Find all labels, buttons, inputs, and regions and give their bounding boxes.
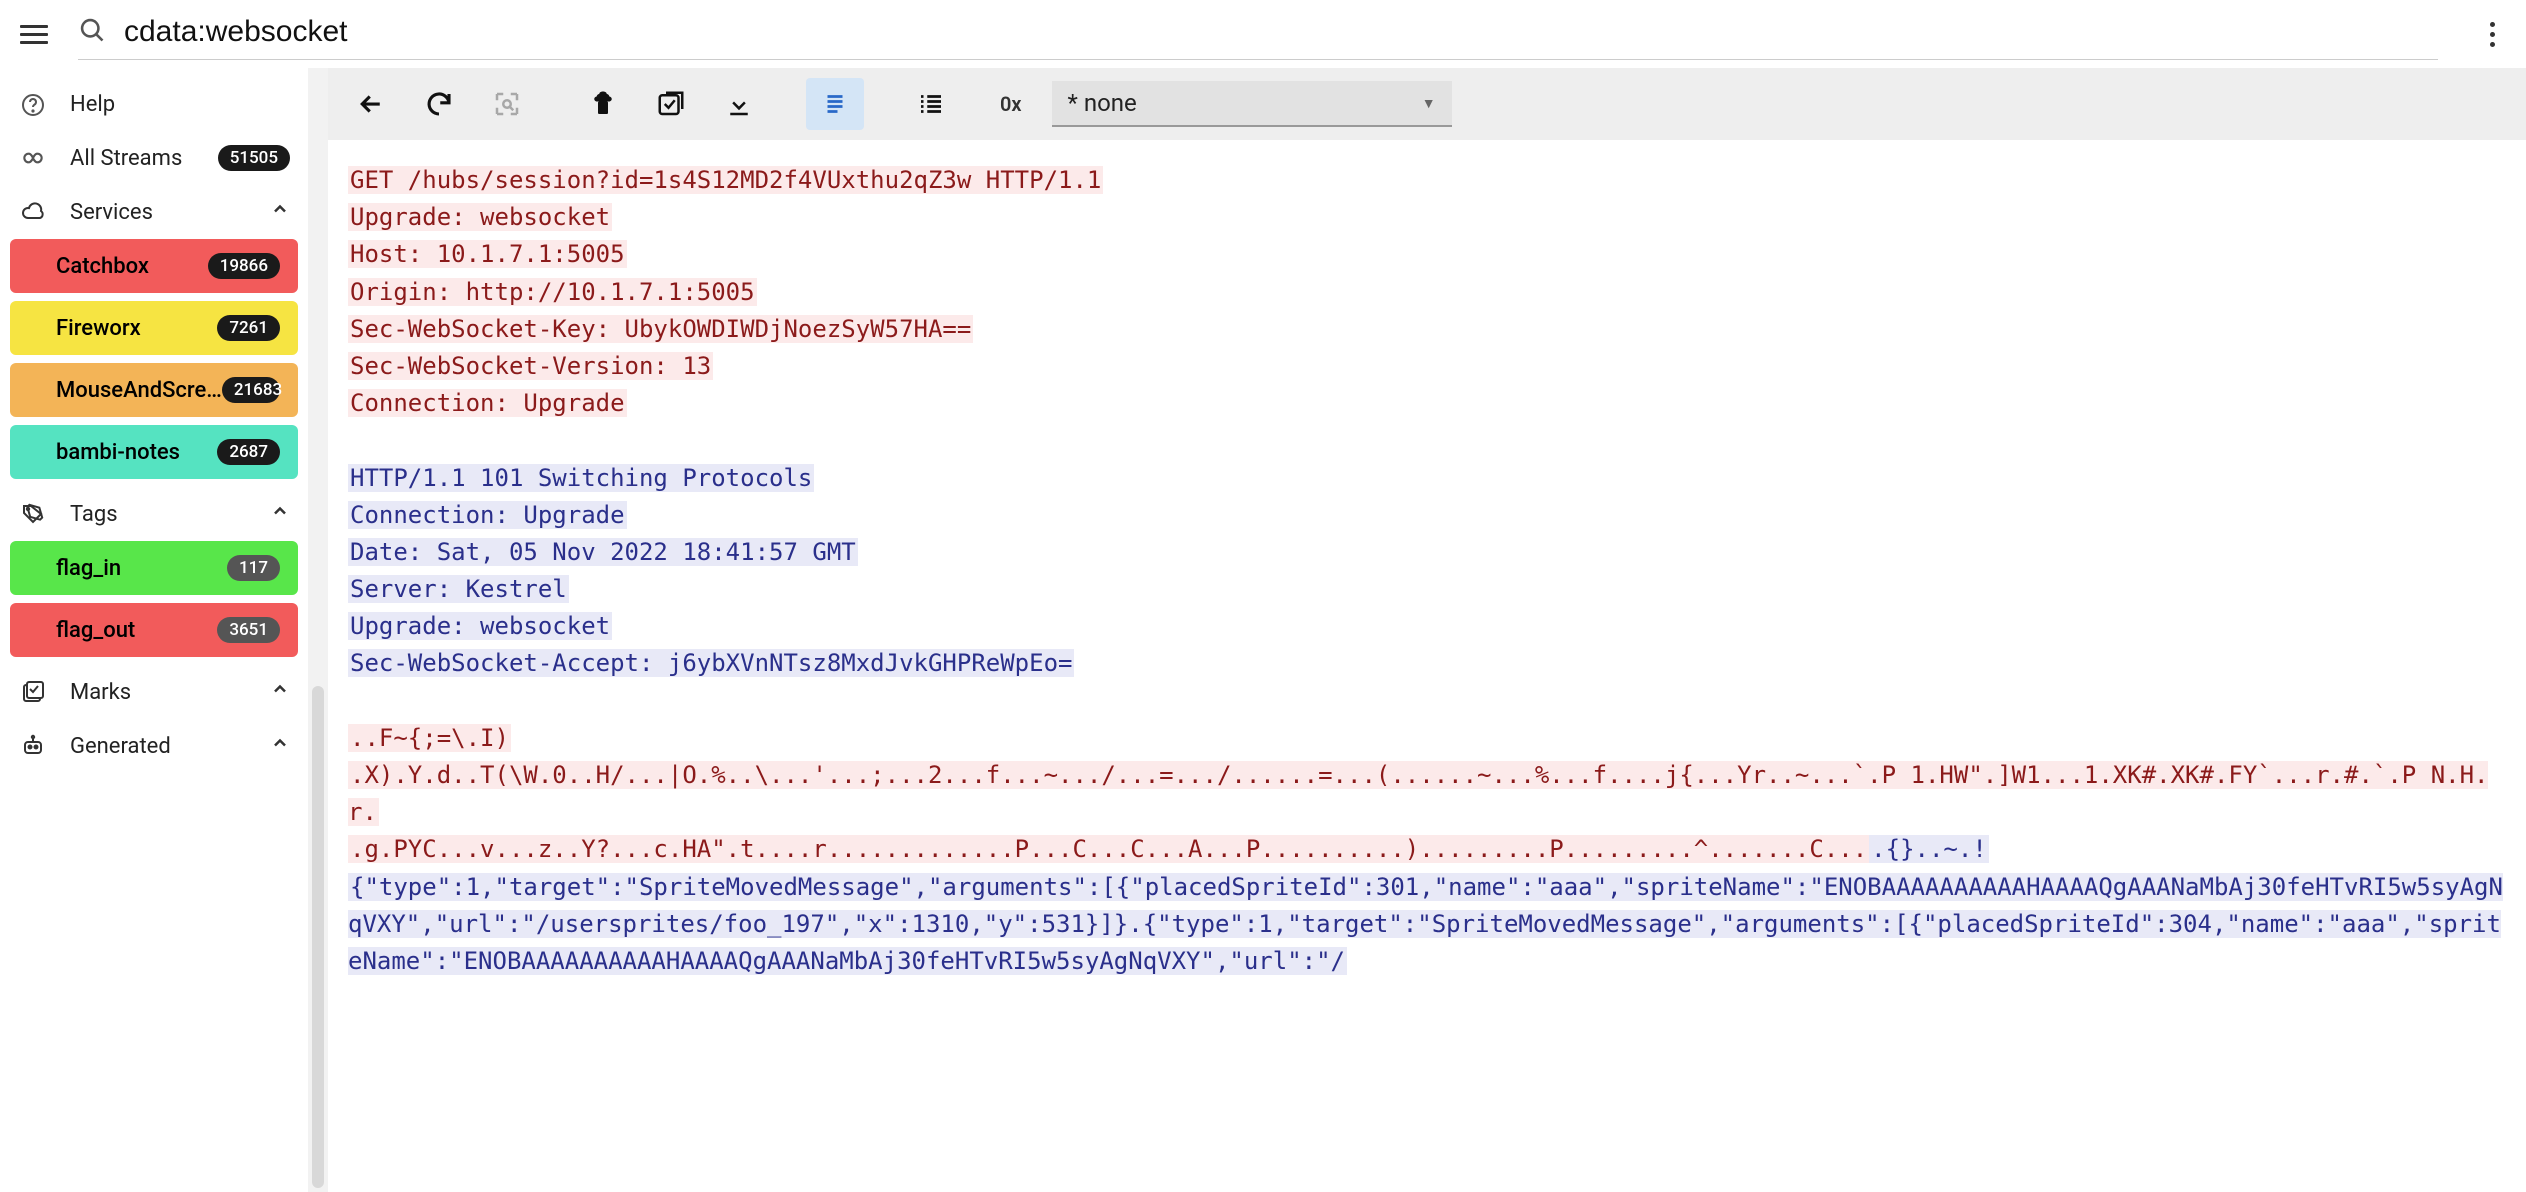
menu-button[interactable] [20,20,48,48]
back-button[interactable] [342,78,400,130]
converter-select-value: * none [1068,89,1137,117]
hex-toggle[interactable]: 0x [970,92,1042,116]
sidebar-help[interactable]: Help [10,78,298,131]
stream-content[interactable]: GET /hubs/session?id=1s4S12MD2f4VUxthu2q… [328,140,2526,1192]
service-label: MouseAndScre… [56,378,222,403]
cyberchef-button[interactable] [574,78,632,130]
chevron-up-icon [270,733,290,759]
tag-item[interactable]: flag_in 117 [10,541,298,595]
search-icon [78,16,106,48]
service-label: Fireworx [56,316,141,341]
content-toolbar: 0x * none ▼ [328,68,2526,140]
tag-item[interactable]: flag_out 3651 [10,603,298,657]
download-button[interactable] [710,78,768,130]
infinity-icon [18,145,48,171]
service-item[interactable]: Fireworx 7261 [10,301,298,355]
converter-select[interactable]: * none ▼ [1052,81,1452,127]
sidebar-tags-header[interactable]: Tags [10,487,298,541]
service-item[interactable]: Catchbox 19866 [10,239,298,293]
cloud-icon [18,200,48,224]
service-item[interactable]: bambi-notes 2687 [10,425,298,479]
service-item[interactable]: MouseAndScre…21683 [10,363,298,417]
view-text-button[interactable] [806,78,864,130]
sidebar-marks-label: Marks [70,680,248,705]
sidebar-marks-header[interactable]: Marks [10,665,298,719]
sidebar-all-streams[interactable]: All Streams 51505 [10,131,298,185]
sidebar-generated-header[interactable]: Generated [10,719,298,773]
service-count-badge: 21683 [222,377,280,403]
sidebar-all-streams-label: All Streams [70,146,196,171]
chevron-up-icon [270,199,290,225]
tag-label: flag_in [56,556,121,581]
search-bar [78,9,2438,60]
more-menu-button[interactable] [2478,22,2506,47]
sidebar: Help All Streams 51505 Services Catchbox… [0,68,308,1192]
all-streams-count-badge: 51505 [218,145,290,171]
tag-count-badge: 3651 [217,617,280,643]
sidebar-scrollbar[interactable] [308,68,328,1192]
help-icon [18,93,48,117]
find-button[interactable] [478,78,536,130]
tag-count-badge: 117 [227,555,280,581]
sidebar-generated-label: Generated [70,734,248,759]
marks-icon [18,680,48,704]
mark-button[interactable] [642,78,700,130]
sidebar-tags-label: Tags [70,502,248,527]
robot-icon [18,734,48,758]
chevron-up-icon [270,679,290,705]
sidebar-services-label: Services [70,200,248,225]
sidebar-help-label: Help [70,92,290,117]
service-label: bambi-notes [56,440,180,465]
sidebar-services-header[interactable]: Services [10,185,298,239]
service-count-badge: 7261 [217,315,280,341]
dropdown-icon: ▼ [1422,95,1436,112]
refresh-button[interactable] [410,78,468,130]
tag-label: flag_out [56,618,135,643]
service-count-badge: 19866 [208,253,280,279]
service-count-badge: 2687 [217,439,280,465]
tag-icon [18,502,48,526]
chevron-up-icon [270,501,290,527]
search-input[interactable] [124,15,2438,49]
service-label: Catchbox [56,254,149,279]
view-list-button[interactable] [902,78,960,130]
